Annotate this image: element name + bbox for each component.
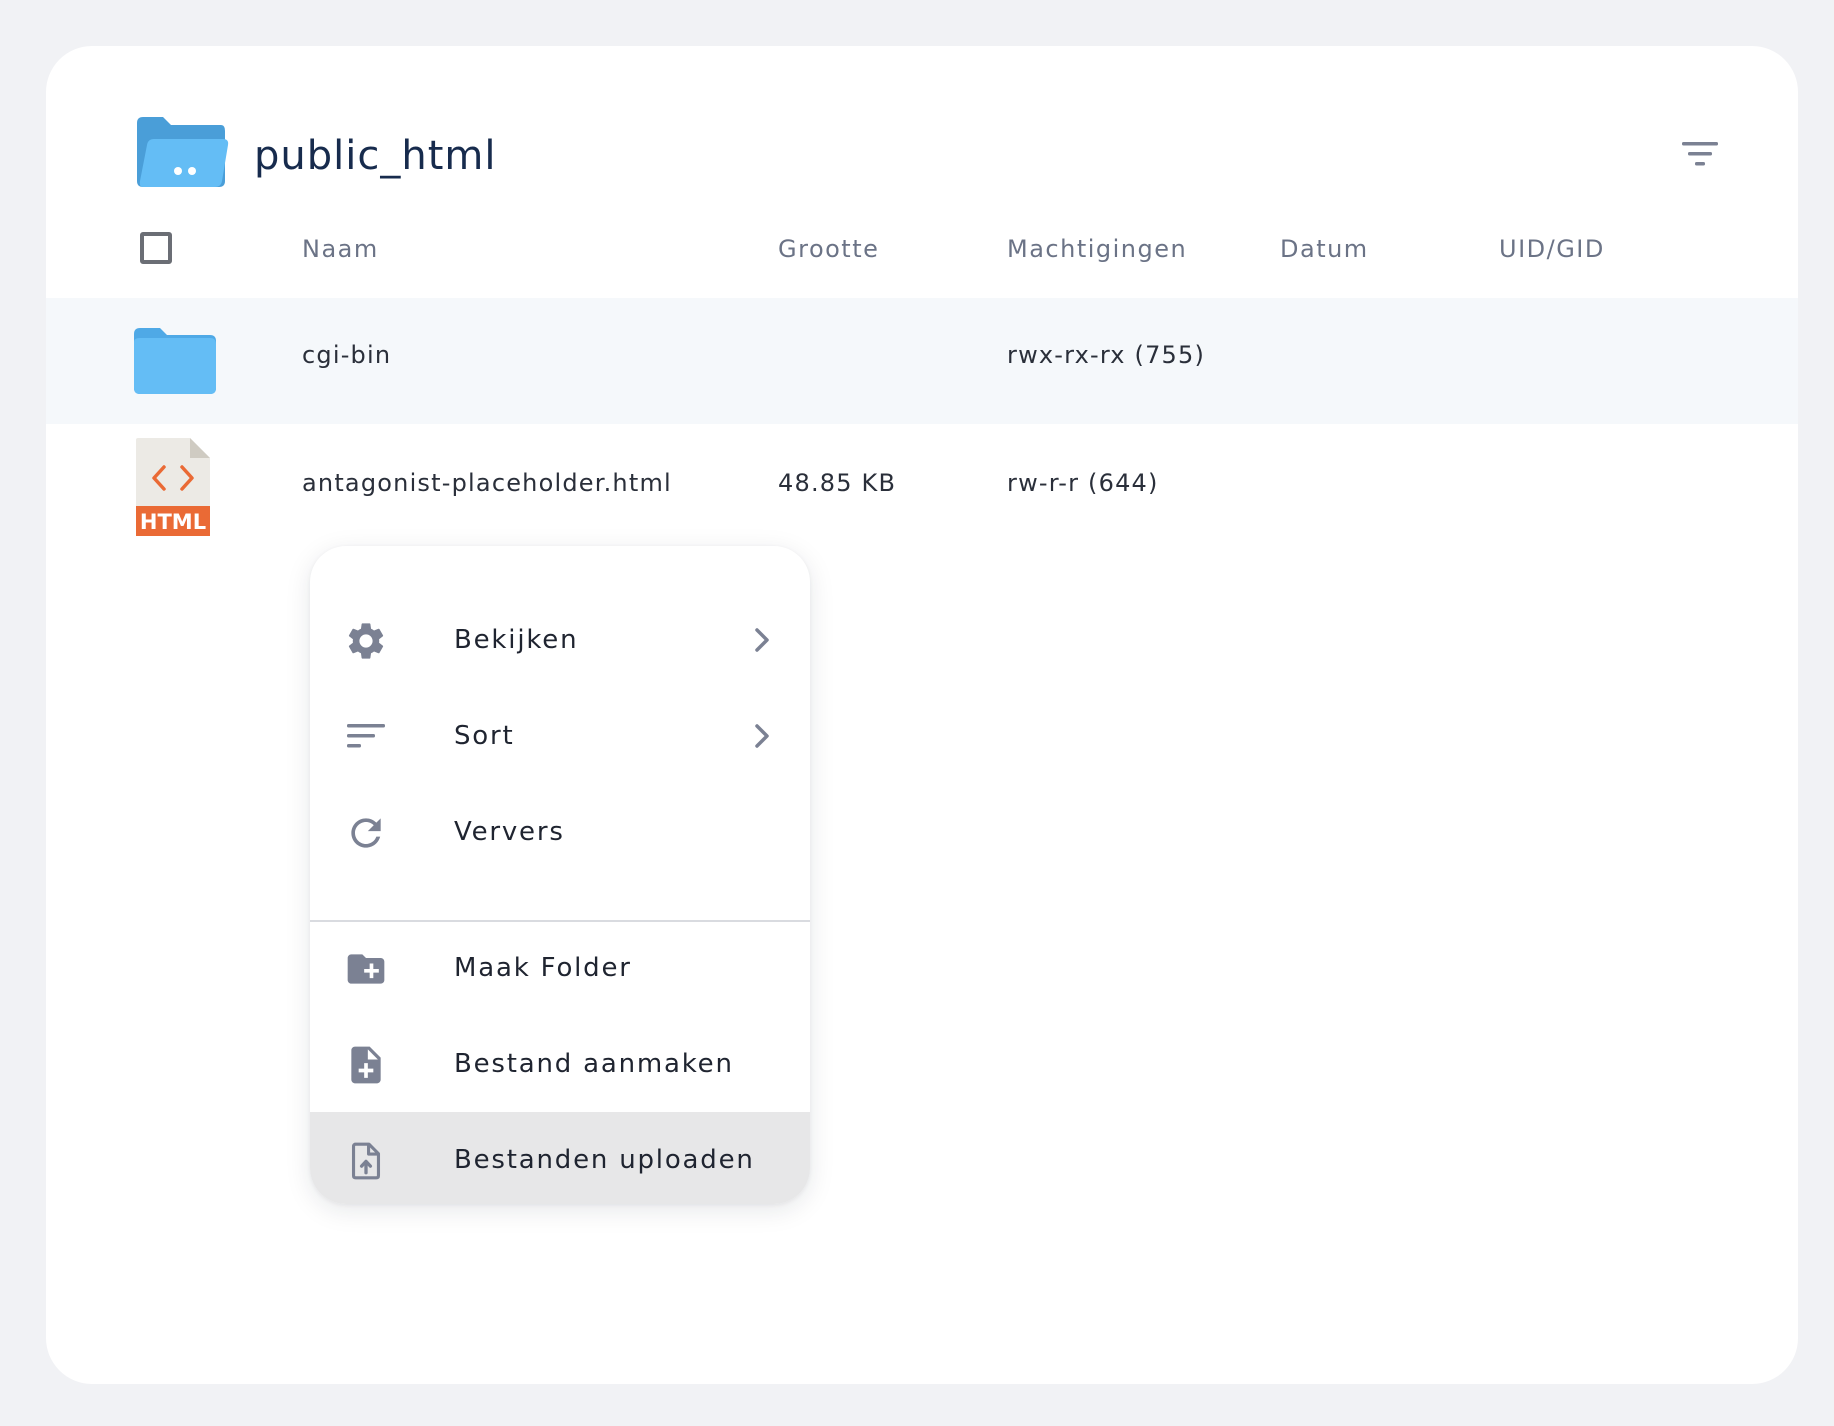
chevron-right-icon — [755, 724, 769, 748]
column-header-name[interactable]: Naam — [302, 232, 379, 266]
column-header-date[interactable]: Datum — [1280, 232, 1369, 266]
menu-item-label: Ververs — [454, 817, 565, 847]
context-menu: Bekijken Sort Ververs Maak Folder Bestan… — [310, 546, 810, 1204]
menu-item-sort[interactable]: Sort — [310, 688, 810, 784]
html-file-icon: HTML — [136, 438, 210, 536]
file-name: antagonist-placeholder.html — [302, 469, 672, 497]
column-header-size[interactable]: Grootte — [778, 232, 879, 266]
folder-plus-icon — [347, 954, 385, 984]
filter-icon[interactable] — [1676, 134, 1724, 174]
menu-item-maak-folder[interactable]: Maak Folder — [310, 920, 810, 1016]
menu-item-bestand-aanmaken[interactable]: Bestand aanmaken — [310, 1016, 810, 1112]
menu-item-ververs[interactable]: Ververs — [310, 784, 810, 880]
file-permissions: rwx-rx-rx (755) — [1007, 341, 1206, 369]
folder-open-icon — [137, 117, 229, 187]
folder-icon — [134, 328, 216, 394]
table-row[interactable]: HTML antagonist-placeholder.html 48.85 K… — [46, 424, 1798, 550]
menu-item-label: Bestand aanmaken — [454, 1049, 734, 1079]
menu-item-label: Sort — [454, 721, 515, 751]
html-file-icon-label: HTML — [140, 510, 206, 534]
menu-item-label: Maak Folder — [454, 953, 632, 983]
menu-item-label: Bestanden uploaden — [454, 1145, 755, 1175]
file-permissions: rw-r-r (644) — [1007, 469, 1159, 497]
refresh-icon — [351, 818, 381, 848]
file-plus-icon — [351, 1046, 381, 1084]
file-size: 48.85 KB — [778, 469, 897, 497]
column-header-permissions[interactable]: Machtigingen — [1007, 232, 1187, 266]
page-title: public_html — [254, 133, 497, 179]
table-row[interactable]: cgi-bin rwx-rx-rx (755) — [46, 298, 1798, 424]
chevron-right-icon — [755, 628, 769, 652]
menu-item-label: Bekijken — [454, 625, 579, 655]
menu-item-bestanden-uploaden[interactable]: Bestanden uploaden — [310, 1112, 810, 1204]
column-header-owner[interactable]: UID/GID — [1499, 232, 1605, 266]
sort-icon — [347, 724, 385, 748]
gear-icon — [348, 623, 384, 659]
menu-item-bekijken[interactable]: Bekijken — [310, 592, 810, 688]
file-manager-panel: public_html Naam Grootte Machtigingen Da… — [46, 46, 1798, 1384]
file-name: cgi-bin — [302, 341, 392, 369]
file-upload-icon — [351, 1142, 381, 1180]
select-all-checkbox[interactable] — [140, 232, 172, 264]
